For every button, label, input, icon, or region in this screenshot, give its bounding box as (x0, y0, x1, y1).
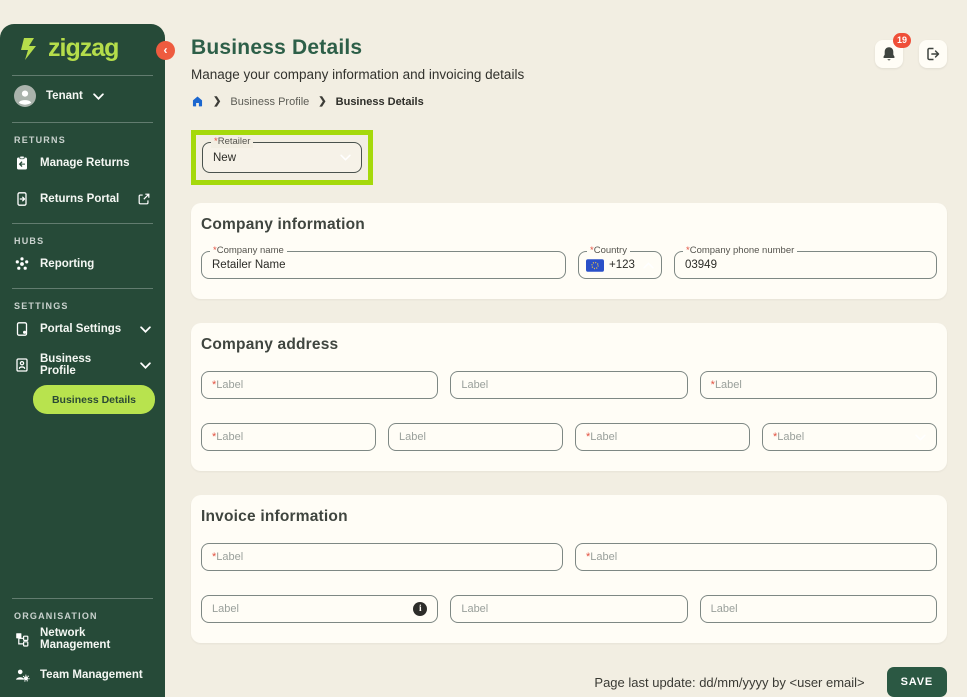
chevron-down-icon (93, 78, 104, 114)
card-title: Company information (201, 216, 365, 233)
chevron-up-icon (643, 261, 654, 269)
chevron-down-icon (140, 361, 151, 369)
breadcrumb: ❯ Business Profile ❯ Business Details (191, 95, 524, 108)
sidebar-item-network-management[interactable]: Network Management (0, 621, 165, 657)
tablet-icon (16, 322, 28, 336)
sidebar-item-label: Returns Portal (40, 193, 120, 205)
chevron-down-icon (340, 154, 351, 161)
user-gear-icon (16, 669, 30, 682)
org-chart-icon (16, 633, 29, 647)
save-button[interactable]: SAVE (886, 667, 947, 697)
avatar-icon (14, 85, 36, 107)
main-content: Business Details Manage your company inf… (165, 0, 967, 697)
id-badge-icon (16, 358, 28, 372)
zigzag-bolt-icon (21, 37, 36, 60)
sidebar-item-label: Reporting (40, 258, 95, 270)
section-heading-returns: RETURNS (14, 135, 66, 145)
clipboard-return-icon (17, 155, 27, 170)
sidebar-item-business-profile[interactable]: Business Profile (0, 347, 165, 383)
tenant-label: Tenant (46, 90, 83, 102)
tenant-menu[interactable]: Tenant (0, 76, 165, 116)
breadcrumb-separator: ❯ (213, 96, 222, 107)
info-icon[interactable]: i (413, 602, 428, 616)
sidebar-item-team-management[interactable]: Team Management (0, 657, 165, 693)
retailer-select[interactable]: *Retailer New (202, 136, 362, 173)
breadcrumb-business-details: Business Details (335, 95, 424, 108)
company-phone-field[interactable]: *Company phone number 03949 (674, 245, 937, 279)
notification-badge: 19 (892, 33, 911, 48)
sidebar-subitem-business-details-active[interactable]: Business Details (33, 385, 155, 414)
sidebar-item-label: Business Profile (40, 353, 92, 377)
sidebar-collapse-button[interactable]: ‹ (156, 41, 175, 60)
logo: zigzag (0, 24, 165, 69)
sidebar-item-reporting[interactable]: Reporting (0, 246, 165, 282)
eu-flag-icon (586, 258, 604, 272)
address-field-6[interactable]: *Label (575, 423, 750, 451)
section-heading-hubs: HUBS (14, 236, 45, 246)
sidebar-item-manage-returns[interactable]: Manage Returns (0, 145, 165, 181)
sidebar-item-returns-portal[interactable]: Returns Portal (0, 181, 165, 217)
chevron-down-icon (140, 325, 151, 333)
retailer-value: New (213, 151, 237, 164)
invoice-field-5[interactable]: Label (699, 595, 937, 623)
external-link-icon[interactable] (137, 192, 151, 206)
breadcrumb-separator: ❯ (318, 96, 327, 107)
invoice-information-card: Invoice information *Label *Label Label … (191, 495, 947, 643)
logout-icon (927, 47, 940, 61)
notifications-button[interactable]: 19 (875, 33, 911, 68)
annotation-highlight-box: *Retailer New (191, 130, 373, 185)
sidebar-item-label: Team Management (40, 669, 143, 681)
address-field-1[interactable]: *Label (201, 371, 439, 399)
logout-button[interactable] (919, 40, 947, 68)
company-information-card: Company information *Company name Retail… (191, 203, 947, 299)
home-icon[interactable] (191, 95, 204, 108)
company-address-card: Company address *Label Label *Label *Lab… (191, 323, 947, 471)
invoice-field-4[interactable]: Label (450, 595, 688, 623)
company-name-field[interactable]: *Company name Retailer Name (201, 245, 566, 279)
country-select[interactable]: *Country +123 (578, 245, 662, 279)
section-heading-settings: SETTINGS (14, 301, 69, 311)
sidebar: zigzag Tenant RETURNS Manage Returns Ret… (0, 24, 165, 697)
address-field-2[interactable]: Label (450, 371, 688, 399)
invoice-field-2[interactable]: *Label (575, 543, 937, 571)
card-title: Invoice information (201, 508, 348, 525)
address-field-5[interactable]: Label (388, 423, 563, 451)
logo-text: zigzag (48, 34, 119, 62)
last-update-text: Page last update: dd/mm/yyyy by <user em… (594, 674, 865, 690)
sidebar-item-label: Network Management (40, 627, 111, 651)
address-field-3[interactable]: *Label (699, 371, 937, 399)
page-title: Business Details (191, 36, 363, 59)
retailer-label: *Retailer (211, 136, 254, 148)
bell-icon (883, 47, 895, 61)
card-title: Company address (201, 336, 339, 353)
page-header: Business Details Manage your company inf… (191, 36, 524, 108)
portal-phone-icon (17, 192, 27, 206)
sidebar-bottom-group: ORGANISATION Network Management Team Man… (0, 592, 165, 697)
chevron-down-icon (915, 434, 926, 441)
page-footer: Page last update: dd/mm/yyyy by <user em… (191, 667, 947, 697)
header-actions: 19 (875, 33, 947, 68)
breadcrumb-business-profile[interactable]: Business Profile (230, 96, 309, 108)
sidebar-item-label: Manage Returns (40, 157, 130, 169)
sidebar-item-portal-settings[interactable]: Portal Settings (0, 311, 165, 347)
network-dots-icon (15, 257, 29, 270)
invoice-field-3[interactable]: Label i (201, 595, 439, 623)
sidebar-item-label: Portal Settings (40, 323, 122, 335)
page-subtitle: Manage your company information and invo… (191, 67, 525, 82)
invoice-field-1[interactable]: *Label (201, 543, 563, 571)
address-field-4[interactable]: *Label (201, 423, 376, 451)
address-select-7[interactable]: *Label (762, 423, 937, 451)
section-heading-organisation: ORGANISATION (14, 611, 98, 621)
